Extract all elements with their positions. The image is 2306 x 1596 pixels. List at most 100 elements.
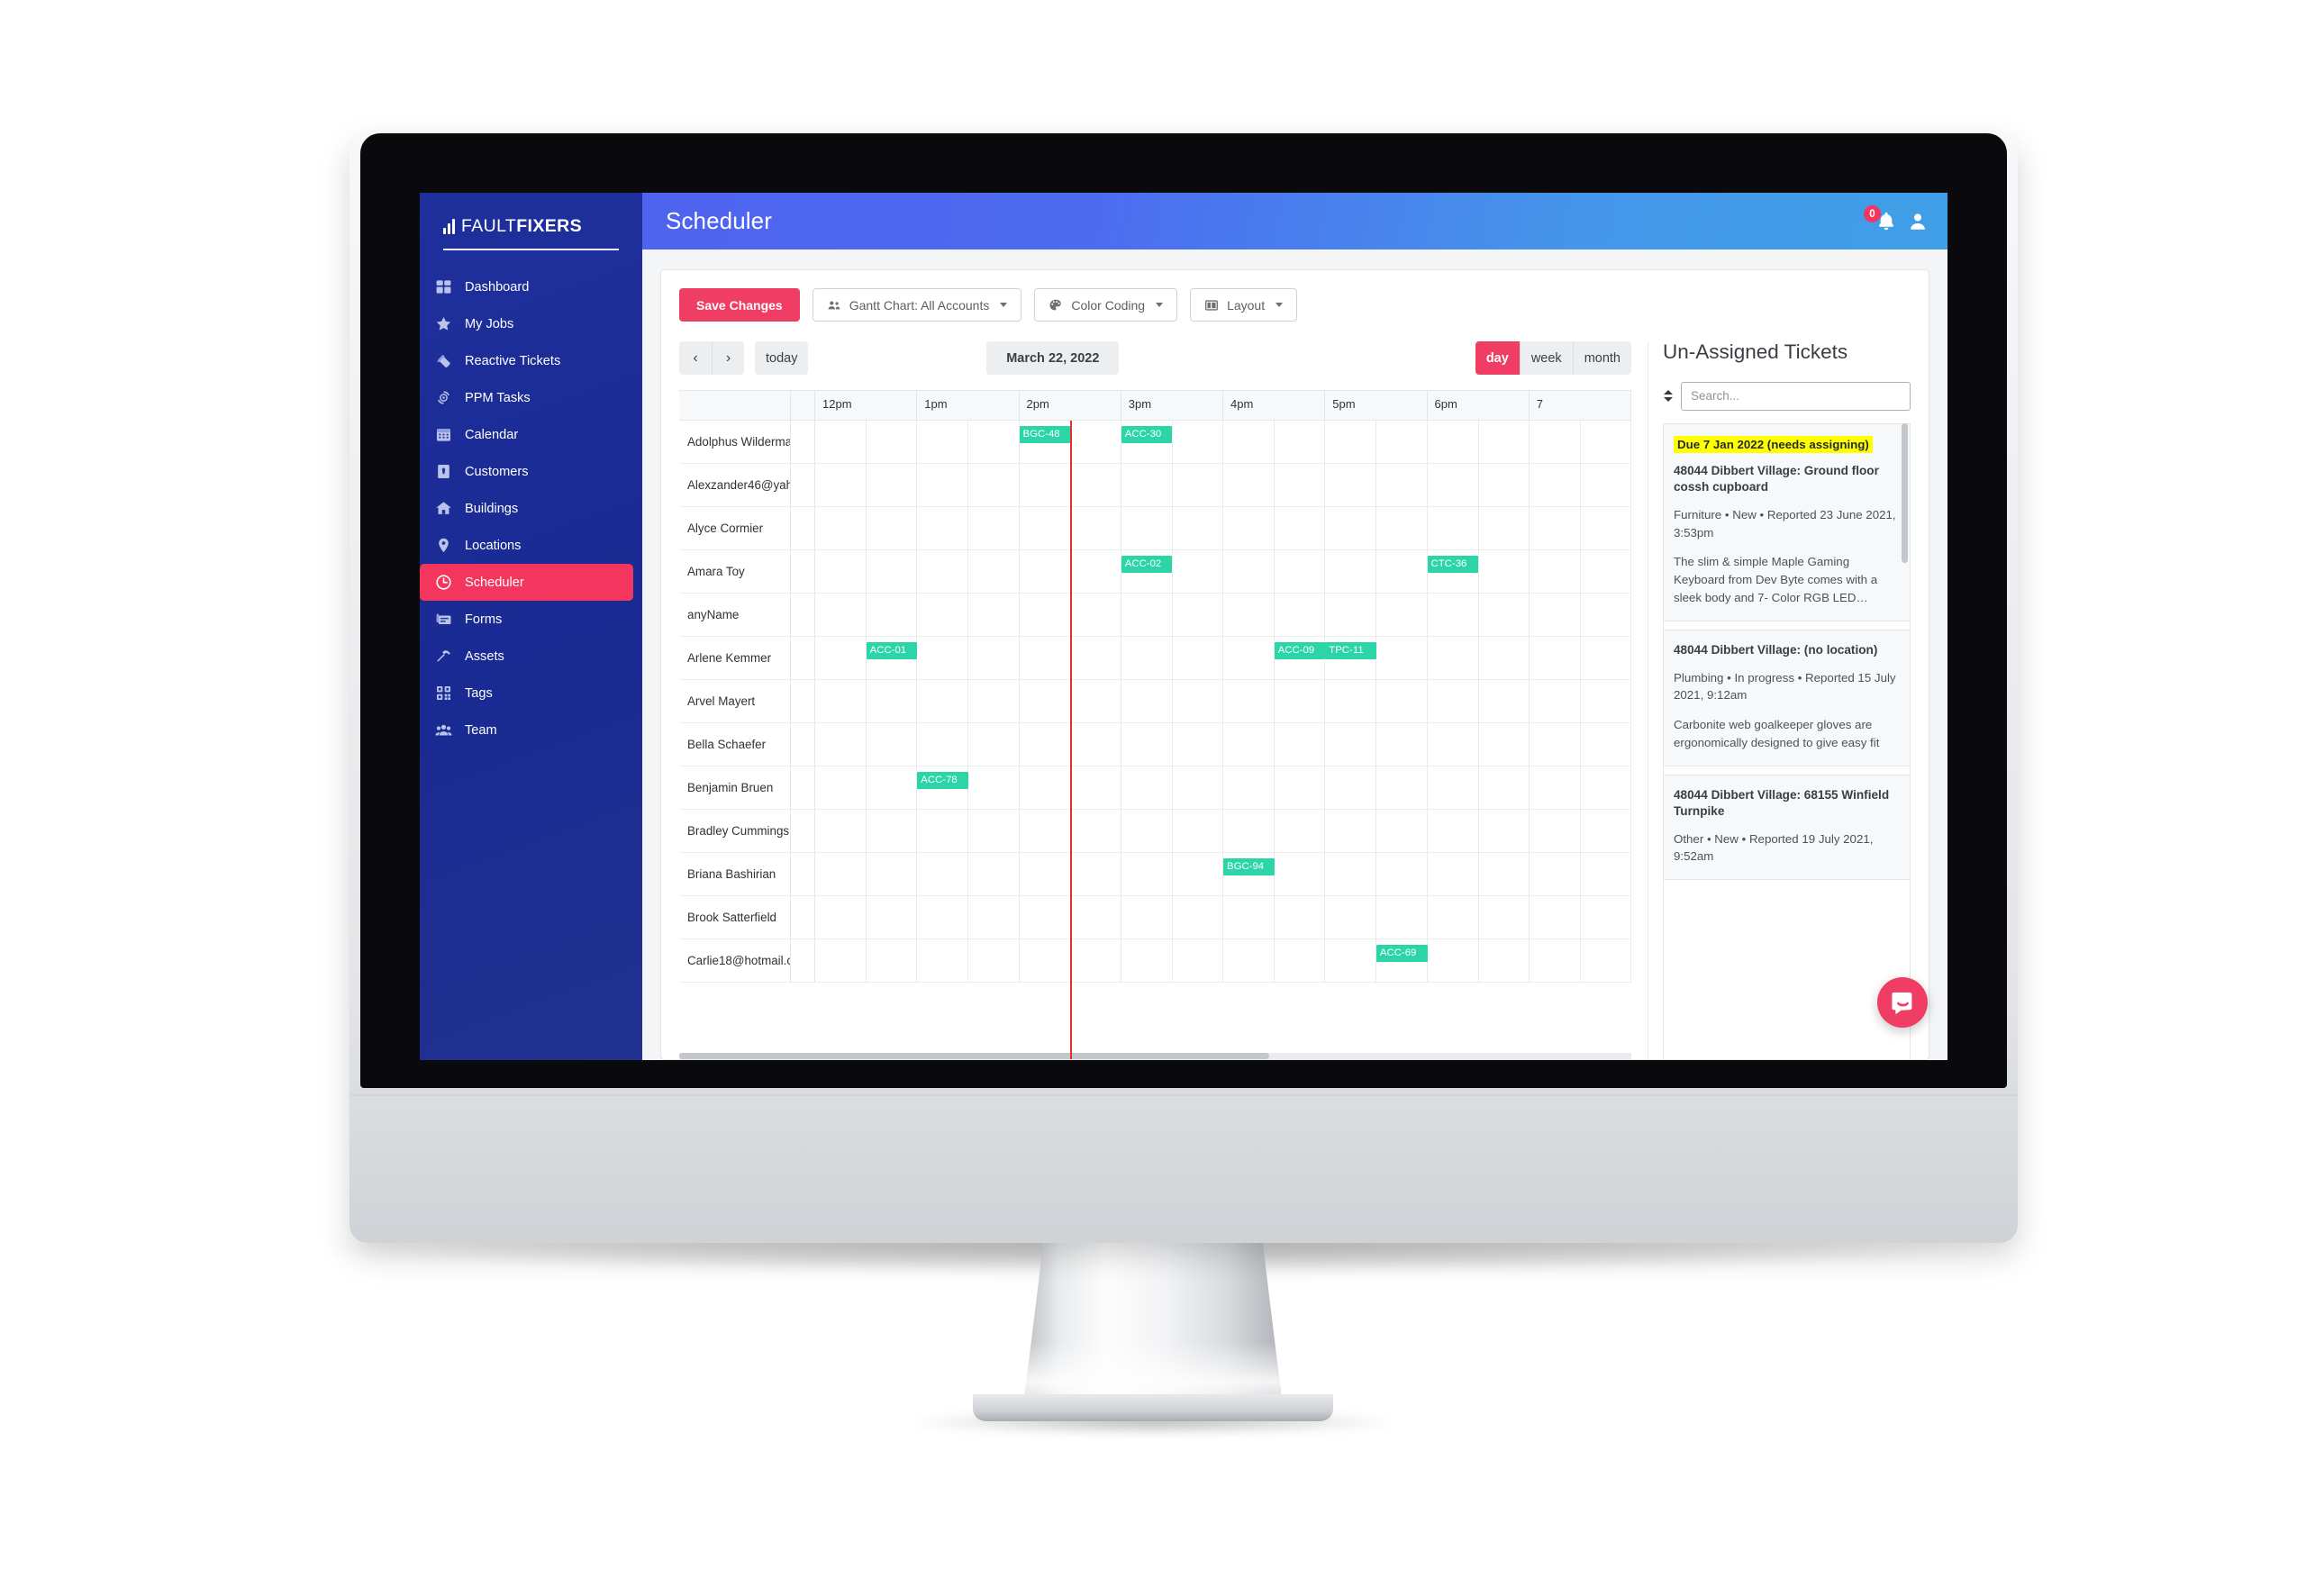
gantt-cell[interactable]: [1121, 464, 1223, 506]
gantt-chart-accounts-dropdown[interactable]: Gantt Chart: All Accounts: [812, 288, 1022, 322]
gantt-cell[interactable]: [917, 550, 1020, 593]
gantt-event-chip[interactable]: TPC-11: [1325, 642, 1376, 659]
gantt-cell[interactable]: [917, 723, 1020, 766]
gantt-cell[interactable]: [1223, 421, 1326, 463]
gantt-cell[interactable]: [1428, 594, 1530, 636]
gantt-cell[interactable]: [815, 421, 918, 463]
sidebar-item-reactive-tickets[interactable]: Reactive Tickets: [420, 342, 633, 379]
gantt-row-timeline[interactable]: BGC-94: [815, 853, 1631, 895]
gantt-cell[interactable]: [815, 939, 918, 982]
current-date-button[interactable]: March 22, 2022: [986, 341, 1120, 375]
gantt-cell[interactable]: [1223, 766, 1326, 809]
gantt-event-chip[interactable]: ACC-30: [1121, 426, 1173, 443]
gantt-cell[interactable]: [917, 421, 1020, 463]
gantt-cell[interactable]: [1223, 939, 1326, 982]
gantt-cell[interactable]: [1121, 680, 1223, 722]
gantt-cell[interactable]: [815, 766, 918, 809]
gantt-event-chip[interactable]: ACC-78: [917, 772, 968, 789]
gantt-cell[interactable]: [1530, 550, 1631, 593]
gantt-cell[interactable]: [917, 896, 1020, 939]
gantt-cell[interactable]: [1325, 680, 1428, 722]
notifications-button[interactable]: 0: [1864, 205, 1897, 232]
sidebar-item-dashboard[interactable]: Dashboard: [420, 268, 633, 305]
gantt-cell[interactable]: [1121, 594, 1223, 636]
gantt-event-chip[interactable]: CTC-36: [1427, 556, 1479, 573]
unassigned-list-scrollbar[interactable]: [1902, 422, 1908, 563]
today-button[interactable]: today: [755, 341, 809, 375]
gantt-cell[interactable]: [1530, 637, 1631, 679]
gantt-cell[interactable]: [917, 939, 1020, 982]
gantt-cell[interactable]: [1325, 896, 1428, 939]
gantt-cell[interactable]: [1325, 766, 1428, 809]
gantt-cell[interactable]: [1325, 421, 1428, 463]
sidebar-item-team[interactable]: Team: [420, 712, 633, 748]
gantt-cell[interactable]: [1121, 723, 1223, 766]
layout-dropdown[interactable]: Layout: [1190, 288, 1298, 322]
gantt-cell[interactable]: [1428, 766, 1530, 809]
gantt-cell[interactable]: [1530, 853, 1631, 895]
gantt-cell[interactable]: [1121, 766, 1223, 809]
unassigned-ticket-card[interactable]: Due 7 Jan 2022 (needs assigning) 48044 Di…: [1664, 422, 1910, 621]
gantt-event-chip[interactable]: BGC-48: [1019, 426, 1071, 443]
gantt-cell[interactable]: [815, 896, 918, 939]
gantt-cell[interactable]: [1223, 464, 1326, 506]
gantt-cell[interactable]: [1121, 853, 1223, 895]
gantt-cell[interactable]: [917, 680, 1020, 722]
gantt-cell[interactable]: [1325, 594, 1428, 636]
gantt-cell[interactable]: [1428, 896, 1530, 939]
gantt-cell[interactable]: [1530, 464, 1631, 506]
gantt-cell[interactable]: [1325, 507, 1428, 549]
gantt-cell[interactable]: [917, 464, 1020, 506]
gantt-cell[interactable]: [1428, 939, 1530, 982]
gantt-cell[interactable]: [1530, 680, 1631, 722]
gantt-cell[interactable]: [1223, 507, 1326, 549]
gantt-row-timeline[interactable]: BGC-48 ACC-30: [815, 421, 1631, 463]
save-changes-button[interactable]: Save Changes: [679, 288, 800, 322]
gantt-cell[interactable]: [815, 550, 918, 593]
gantt-cell[interactable]: [1325, 810, 1428, 852]
sidebar-item-customers[interactable]: Customers: [420, 453, 633, 490]
view-month-button[interactable]: month: [1572, 341, 1631, 375]
gantt-cell[interactable]: [1223, 594, 1326, 636]
gantt-cell[interactable]: [1121, 939, 1223, 982]
gantt-cell[interactable]: [1530, 939, 1631, 982]
sidebar-item-scheduler[interactable]: Scheduler: [420, 564, 633, 601]
sidebar-item-calendar[interactable]: Calendar: [420, 416, 633, 453]
color-coding-dropdown[interactable]: Color Coding: [1034, 288, 1178, 322]
gantt-row-timeline[interactable]: ACC-78: [815, 766, 1631, 809]
gantt-row-timeline[interactable]: [815, 507, 1631, 549]
gantt-cell[interactable]: [815, 723, 918, 766]
sidebar-item-forms[interactable]: Forms: [420, 601, 633, 638]
gantt-cell[interactable]: [1223, 680, 1326, 722]
gantt-event-chip[interactable]: ACC-69: [1375, 945, 1428, 962]
gantt-cell[interactable]: [1428, 853, 1530, 895]
gantt-cell[interactable]: [1428, 464, 1530, 506]
gantt-event-chip[interactable]: ACC-09: [1274, 642, 1326, 659]
unassigned-search-input[interactable]: [1681, 381, 1911, 411]
gantt-row-timeline[interactable]: [815, 594, 1631, 636]
unassigned-ticket-card[interactable]: 48044 Dibbert Village: 68155 Winfield Tu…: [1664, 774, 1910, 880]
gantt-row-timeline[interactable]: [815, 723, 1631, 766]
gantt-row-timeline[interactable]: [815, 680, 1631, 722]
gantt-cell[interactable]: [917, 594, 1020, 636]
gantt-cell[interactable]: [1530, 723, 1631, 766]
gantt-cell[interactable]: [815, 810, 918, 852]
gantt-cell[interactable]: [1325, 464, 1428, 506]
view-week-button[interactable]: week: [1519, 341, 1573, 375]
gantt-cell[interactable]: [917, 853, 1020, 895]
gantt-cell[interactable]: [1325, 550, 1428, 593]
gantt-cell[interactable]: [1530, 810, 1631, 852]
gantt-cell[interactable]: [1530, 896, 1631, 939]
sidebar-item-assets[interactable]: Assets: [420, 638, 633, 675]
sidebar-item-tags[interactable]: Tags: [420, 675, 633, 712]
sort-toggle-icon[interactable]: [1663, 390, 1673, 403]
gantt-cell[interactable]: [1428, 507, 1530, 549]
gantt-event-chip[interactable]: ACC-02: [1121, 556, 1173, 573]
unassigned-ticket-card[interactable]: 48044 Dibbert Village: (no location) Plum…: [1664, 629, 1910, 766]
gantt-cell[interactable]: [815, 594, 918, 636]
gantt-cell[interactable]: [1325, 723, 1428, 766]
gantt-cell[interactable]: [1223, 723, 1326, 766]
gantt-cell[interactable]: [1121, 637, 1223, 679]
gantt-cell[interactable]: [815, 464, 918, 506]
gantt-cell[interactable]: [1530, 594, 1631, 636]
